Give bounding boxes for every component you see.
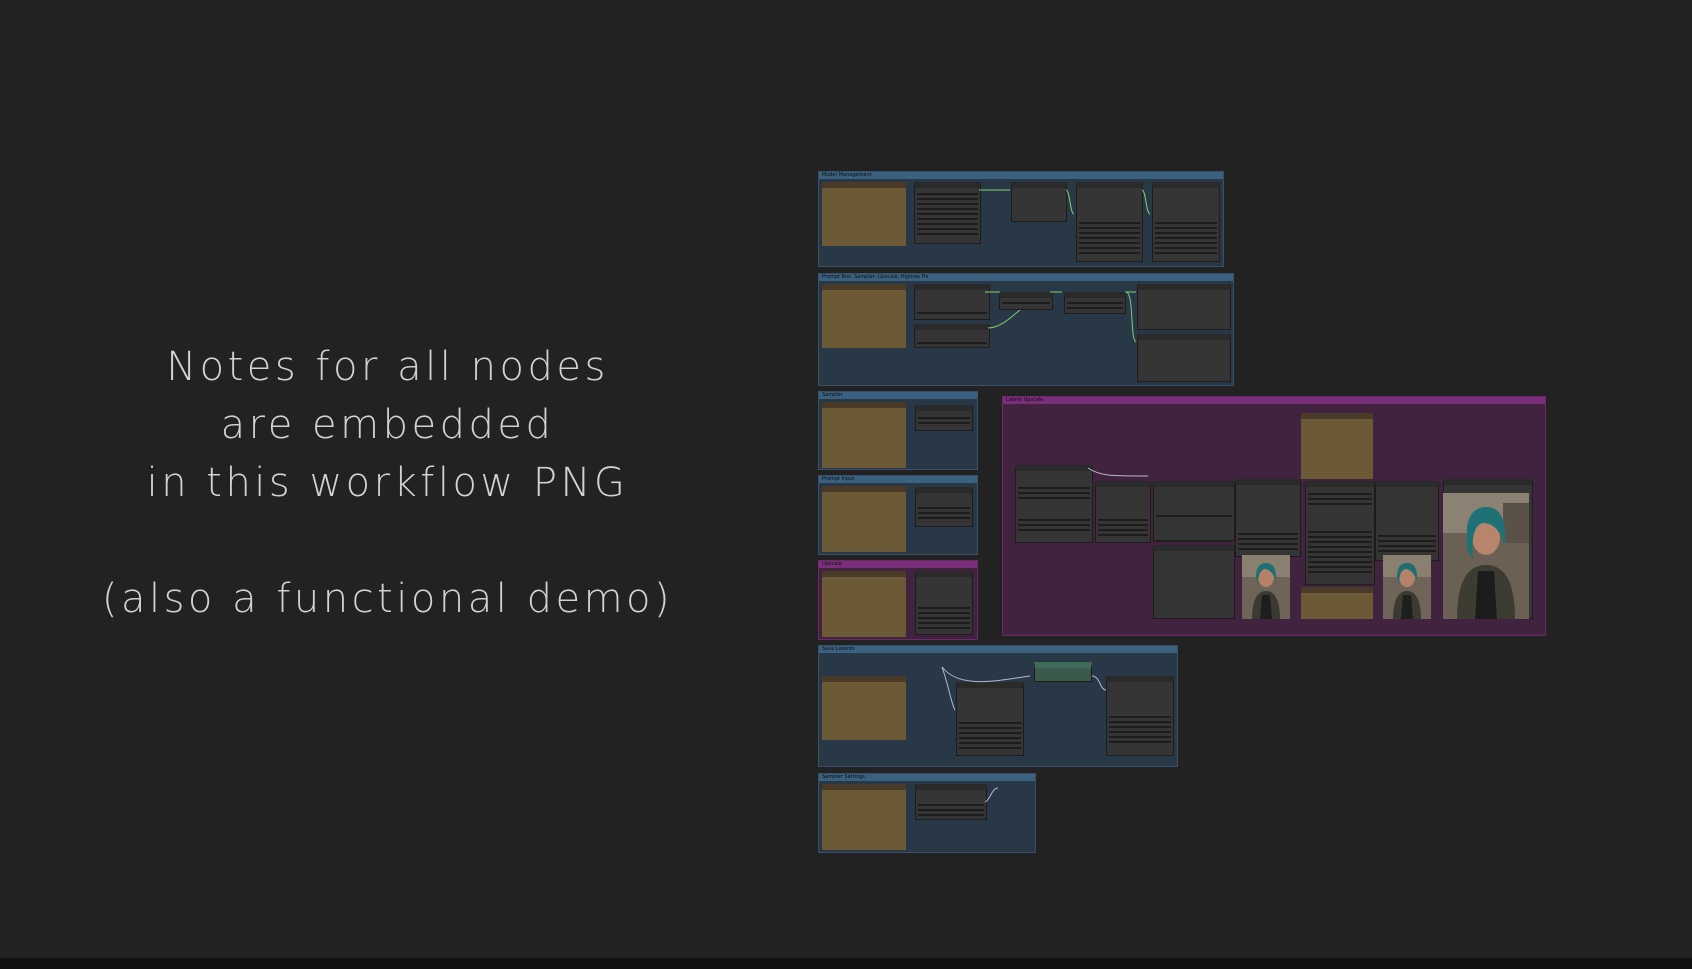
caption-line-2: are embedded (220, 402, 555, 448)
positive-prompt-node[interactable] (914, 284, 990, 320)
note-node[interactable] (822, 676, 906, 740)
output-node-1[interactable] (1137, 284, 1231, 330)
checkpoint-loader-node[interactable] (914, 182, 981, 244)
input-node[interactable] (915, 487, 973, 527)
caption: Notes for all nodes are embedded in this… (60, 338, 715, 628)
caption-line-3: in this workflow PNG (146, 460, 629, 506)
group-upscale[interactable]: Upscale (818, 560, 978, 640)
group-title: Save Latents (819, 646, 1177, 653)
save-latent-node[interactable] (956, 682, 1024, 756)
lora-loader-node-1[interactable] (1076, 182, 1143, 262)
note-node-lower[interactable] (1301, 587, 1373, 619)
group-prompt-input[interactable]: Prompt Input (818, 475, 978, 555)
group-prompt-box[interactable]: Prompt Box, Sampler, Upscale, Highres Fi… (818, 273, 1234, 386)
conditioning-node[interactable] (1064, 292, 1126, 314)
reroute-node[interactable] (1034, 662, 1092, 682)
sampler-node[interactable] (915, 405, 973, 431)
group-title: Prompt Box, Sampler, Upscale, Highres Fi… (819, 274, 1233, 281)
note-node[interactable] (822, 571, 906, 637)
note-node[interactable] (1301, 413, 1373, 479)
settings-node[interactable] (915, 784, 987, 820)
group-title: Sampler (819, 392, 977, 399)
ksampler-node-3[interactable] (1305, 481, 1375, 585)
caption-line-4: (also a functional demo) (101, 576, 674, 622)
note-node[interactable] (822, 182, 906, 246)
upscale-model-node[interactable] (915, 571, 973, 635)
note-node[interactable] (822, 784, 906, 850)
note-node[interactable] (822, 284, 906, 348)
note-node[interactable] (822, 402, 906, 468)
note-node[interactable] (822, 486, 906, 552)
group-title: Upscale (819, 561, 977, 568)
vae-decode-node-2[interactable] (1375, 481, 1439, 561)
preview-node-1[interactable] (1153, 545, 1235, 619)
ksampler-node-1[interactable] (1153, 481, 1235, 542)
vae-decode-node[interactable] (1015, 465, 1093, 543)
latent-upscale-node[interactable] (1095, 481, 1151, 543)
load-latent-node[interactable] (1106, 676, 1174, 756)
lora-loader-node-2[interactable] (1152, 182, 1220, 262)
vae-loader-node[interactable] (1011, 182, 1067, 222)
bottom-bar (0, 958, 1692, 969)
group-sampler[interactable]: Sampler (818, 391, 978, 470)
group-latent-upscale[interactable]: Latent Upscale (1002, 396, 1546, 636)
portrait-photo-icon (1443, 493, 1529, 619)
group-title: Prompt Input (819, 476, 977, 483)
group-save-latents[interactable]: Save Latents (818, 645, 1178, 767)
group-title: Model Management (819, 172, 1223, 179)
ksampler-node-2[interactable] (1235, 479, 1301, 557)
group-model-management[interactable]: Model Management (818, 171, 1224, 267)
negative-prompt-node[interactable] (914, 324, 990, 348)
portrait-photo-icon (1383, 555, 1431, 619)
group-title: Sampler Settings (819, 774, 1035, 781)
group-sampler-settings[interactable]: Sampler Settings (818, 773, 1036, 853)
caption-line-1: Notes for all nodes (166, 344, 609, 390)
portrait-photo-icon (1242, 555, 1290, 619)
prompt-combine-node[interactable] (999, 292, 1053, 310)
output-node-2[interactable] (1137, 334, 1231, 382)
group-title: Latent Upscale (1003, 397, 1545, 404)
